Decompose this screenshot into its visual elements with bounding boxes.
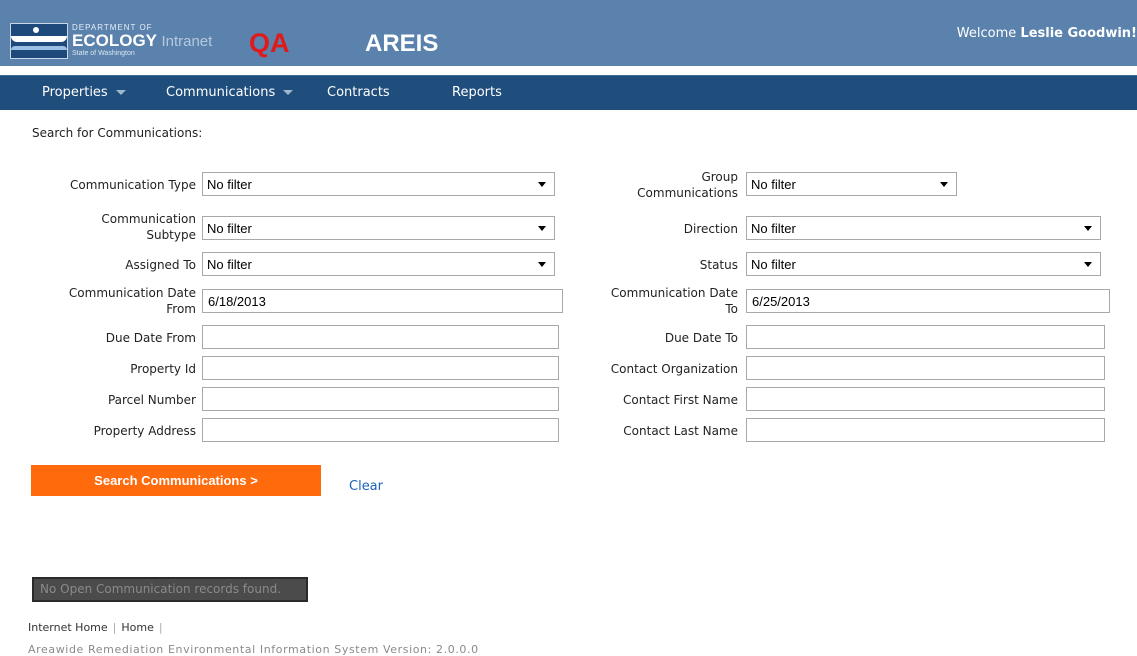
page-heading: Search for Communications: <box>32 126 203 140</box>
footer-link-home[interactable]: Home <box>121 621 153 634</box>
communication-subtype-value: No filter <box>207 221 252 236</box>
due-date-to-input[interactable] <box>746 325 1105 349</box>
communication-type-value: No filter <box>207 177 252 192</box>
status-select[interactable]: No filter <box>746 252 1101 276</box>
footer-link-internet-home[interactable]: Internet Home <box>28 621 108 634</box>
label-assigned-to: Assigned To <box>125 258 196 272</box>
parcel-number-input[interactable] <box>202 387 559 411</box>
main-nav: Properties Communications Contracts Repo… <box>0 75 1137 110</box>
dropdown-arrow-icon <box>538 182 546 187</box>
label-group-communications-line2: Communications <box>637 186 738 200</box>
label-communication-subtype-line1: Communication <box>101 212 196 226</box>
welcome-prefix: Welcome <box>956 26 1017 41</box>
nav-contracts[interactable]: Contracts <box>327 85 390 100</box>
app-title: AREIS <box>365 30 439 57</box>
communication-date-from-input[interactable] <box>202 289 563 313</box>
welcome-message: Welcome Leslie Goodwin! <box>957 26 1137 41</box>
label-due-date-to: Due Date To <box>664 331 738 345</box>
label-property-id: Property Id <box>130 362 196 376</box>
label-direction: Direction <box>683 222 738 236</box>
logo-text: DEPARTMENT OF ECOLOGY Intranet State of … <box>72 23 212 58</box>
label-communication-subtype: Communication Subtype <box>0 211 196 243</box>
label-communication-date-to: Communication Date To <box>560 285 738 317</box>
nav-communications[interactable]: Communications <box>166 85 294 100</box>
label-contact-last-name: Contact Last Name <box>623 424 738 438</box>
header-bar: DEPARTMENT OF ECOLOGY Intranet State of … <box>0 0 1137 66</box>
version-text: Areawide Remediation Environmental Infor… <box>28 643 479 656</box>
dropdown-arrow-icon <box>940 182 948 187</box>
chevron-down-icon <box>283 90 294 95</box>
nav-communications-label: Communications <box>166 85 276 100</box>
dropdown-arrow-icon <box>1084 226 1092 231</box>
label-communication-date-to-line2: To <box>725 302 738 316</box>
label-group-communications: Group Communications <box>560 169 738 201</box>
communication-type-select[interactable]: No filter <box>202 172 555 196</box>
footer-separator: | <box>112 621 117 634</box>
communication-subtype-select[interactable]: No filter <box>202 216 555 240</box>
logo-name: ECOLOGY <box>72 31 157 50</box>
assigned-to-select[interactable]: No filter <box>202 252 555 276</box>
label-communication-date-from: Communication Date From <box>0 285 196 317</box>
label-property-address: Property Address <box>93 424 196 438</box>
dropdown-arrow-icon <box>1084 262 1092 267</box>
label-communication-subtype-line2: Subtype <box>146 228 196 242</box>
status-value: No filter <box>751 257 796 272</box>
label-communication-date-to-line1: Communication Date <box>610 286 738 300</box>
footer-links: Internet Home | Home | <box>28 621 168 634</box>
label-group-communications-line1: Group <box>701 170 738 184</box>
label-communication-date-from-line2: From <box>166 302 196 316</box>
nav-reports[interactable]: Reports <box>452 85 502 100</box>
environment-label: QA <box>249 28 290 58</box>
assigned-to-value: No filter <box>207 257 252 272</box>
search-communications-button[interactable]: Search Communications > <box>31 465 321 496</box>
footer-separator: | <box>158 621 163 634</box>
clear-link[interactable]: Clear <box>349 479 383 494</box>
label-parcel-number: Parcel Number <box>107 393 196 407</box>
chevron-down-icon <box>115 90 126 95</box>
communication-date-to-input[interactable] <box>746 289 1110 313</box>
ecology-logo-icon[interactable] <box>10 23 68 59</box>
label-contact-first-name: Contact First Name <box>623 393 738 407</box>
contact-organization-input[interactable] <box>746 356 1105 380</box>
due-date-from-input[interactable] <box>202 325 559 349</box>
logo-suffix: Intranet <box>161 33 213 50</box>
property-id-input[interactable] <box>202 356 559 380</box>
label-communication-type: Communication Type <box>70 178 196 192</box>
nav-properties-label: Properties <box>42 85 108 100</box>
direction-select[interactable]: No filter <box>746 216 1101 240</box>
label-status: Status <box>699 258 738 272</box>
group-communications-value: No filter <box>751 177 796 192</box>
label-due-date-from: Due Date From <box>105 331 196 345</box>
user-name: Leslie Goodwin! <box>1020 26 1137 41</box>
results-message: No Open Communication records found. <box>32 577 308 602</box>
logo-state: State of Washington <box>72 50 135 57</box>
dropdown-arrow-icon <box>538 226 546 231</box>
contact-last-name-input[interactable] <box>746 418 1105 442</box>
dropdown-arrow-icon <box>538 262 546 267</box>
nav-properties[interactable]: Properties <box>42 85 126 100</box>
group-communications-select[interactable]: No filter <box>746 172 957 196</box>
direction-value: No filter <box>751 221 796 236</box>
label-communication-date-from-line1: Communication Date <box>68 286 196 300</box>
contact-first-name-input[interactable] <box>746 387 1105 411</box>
property-address-input[interactable] <box>202 418 559 442</box>
label-contact-organization: Contact Organization <box>610 362 738 376</box>
